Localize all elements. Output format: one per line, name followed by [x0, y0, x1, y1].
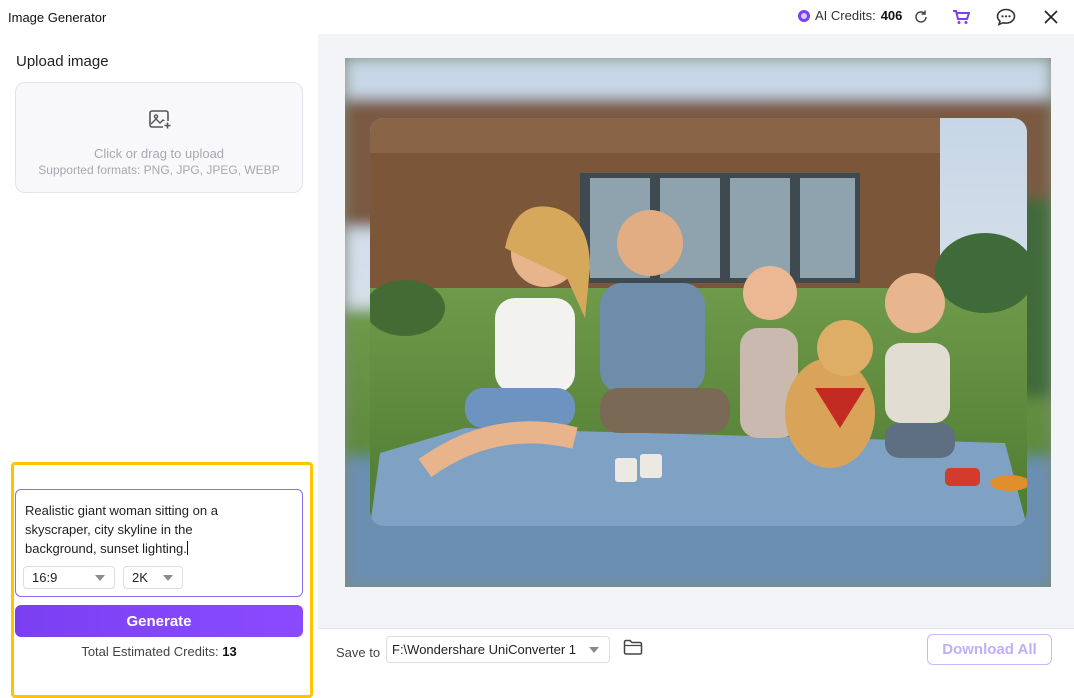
chevron-down-icon	[95, 575, 105, 581]
estimated-credits-value: 13	[222, 644, 237, 659]
app-title: Image Generator	[8, 10, 107, 25]
save-path-select[interactable]: F:\Wondershare UniConverter 1	[386, 636, 610, 663]
download-all-button[interactable]: Download All	[927, 634, 1052, 665]
aspect-ratio-value: 16:9	[32, 570, 58, 585]
refresh-icon[interactable]	[911, 7, 931, 27]
ai-credits-value: 406	[880, 8, 903, 23]
generated-image	[345, 58, 1051, 587]
generate-button[interactable]: Generate	[15, 605, 303, 637]
feedback-icon[interactable]	[996, 7, 1016, 27]
aspect-ratio-select[interactable]: 16:9	[23, 566, 115, 589]
bottom-bar: Save to F:\Wondershare UniConverter 1 Do…	[318, 628, 1074, 669]
resolution-value: 2K	[132, 570, 148, 585]
preview-panel: Save to F:\Wondershare UniConverter 1 Do…	[318, 34, 1074, 669]
prompt-text: Realistic giant woman sitting on a skysc…	[25, 503, 218, 556]
cart-icon[interactable]	[951, 7, 971, 27]
save-to-label: Save to	[336, 645, 381, 660]
gem-icon	[798, 9, 810, 22]
upload-image-label: Upload image	[16, 53, 109, 70]
chevron-down-icon	[163, 575, 173, 581]
folder-icon[interactable]	[623, 639, 643, 661]
generated-image-preview[interactable]	[345, 58, 1051, 587]
resolution-select[interactable]: 2K	[123, 566, 183, 589]
chevron-down-icon	[589, 647, 599, 653]
ai-credits-label: AI Credits:	[815, 8, 876, 23]
ai-credits: AI Credits: 406	[798, 8, 902, 23]
text-caret	[186, 541, 188, 555]
title-bar: Image Generator AI Credits: 406	[0, 0, 1074, 34]
close-icon[interactable]	[1041, 7, 1061, 27]
upload-formats: Supported formats: PNG, JPG, JPEG, WEBP	[38, 163, 280, 177]
add-image-icon	[148, 108, 172, 137]
estimated-credits: Total Estimated Credits: 13	[15, 644, 303, 659]
upload-dropzone[interactable]: Click or drag to upload Supported format…	[15, 82, 303, 193]
left-panel: Upload image Click or drag to upload Sup…	[0, 34, 318, 698]
save-path-value: F:\Wondershare UniConverter 1	[392, 642, 577, 657]
upload-hint: Click or drag to upload	[93, 146, 225, 161]
prompt-input[interactable]: Realistic giant woman sitting on a skysc…	[15, 489, 303, 597]
estimated-credits-label: Total Estimated Credits:	[81, 644, 219, 659]
